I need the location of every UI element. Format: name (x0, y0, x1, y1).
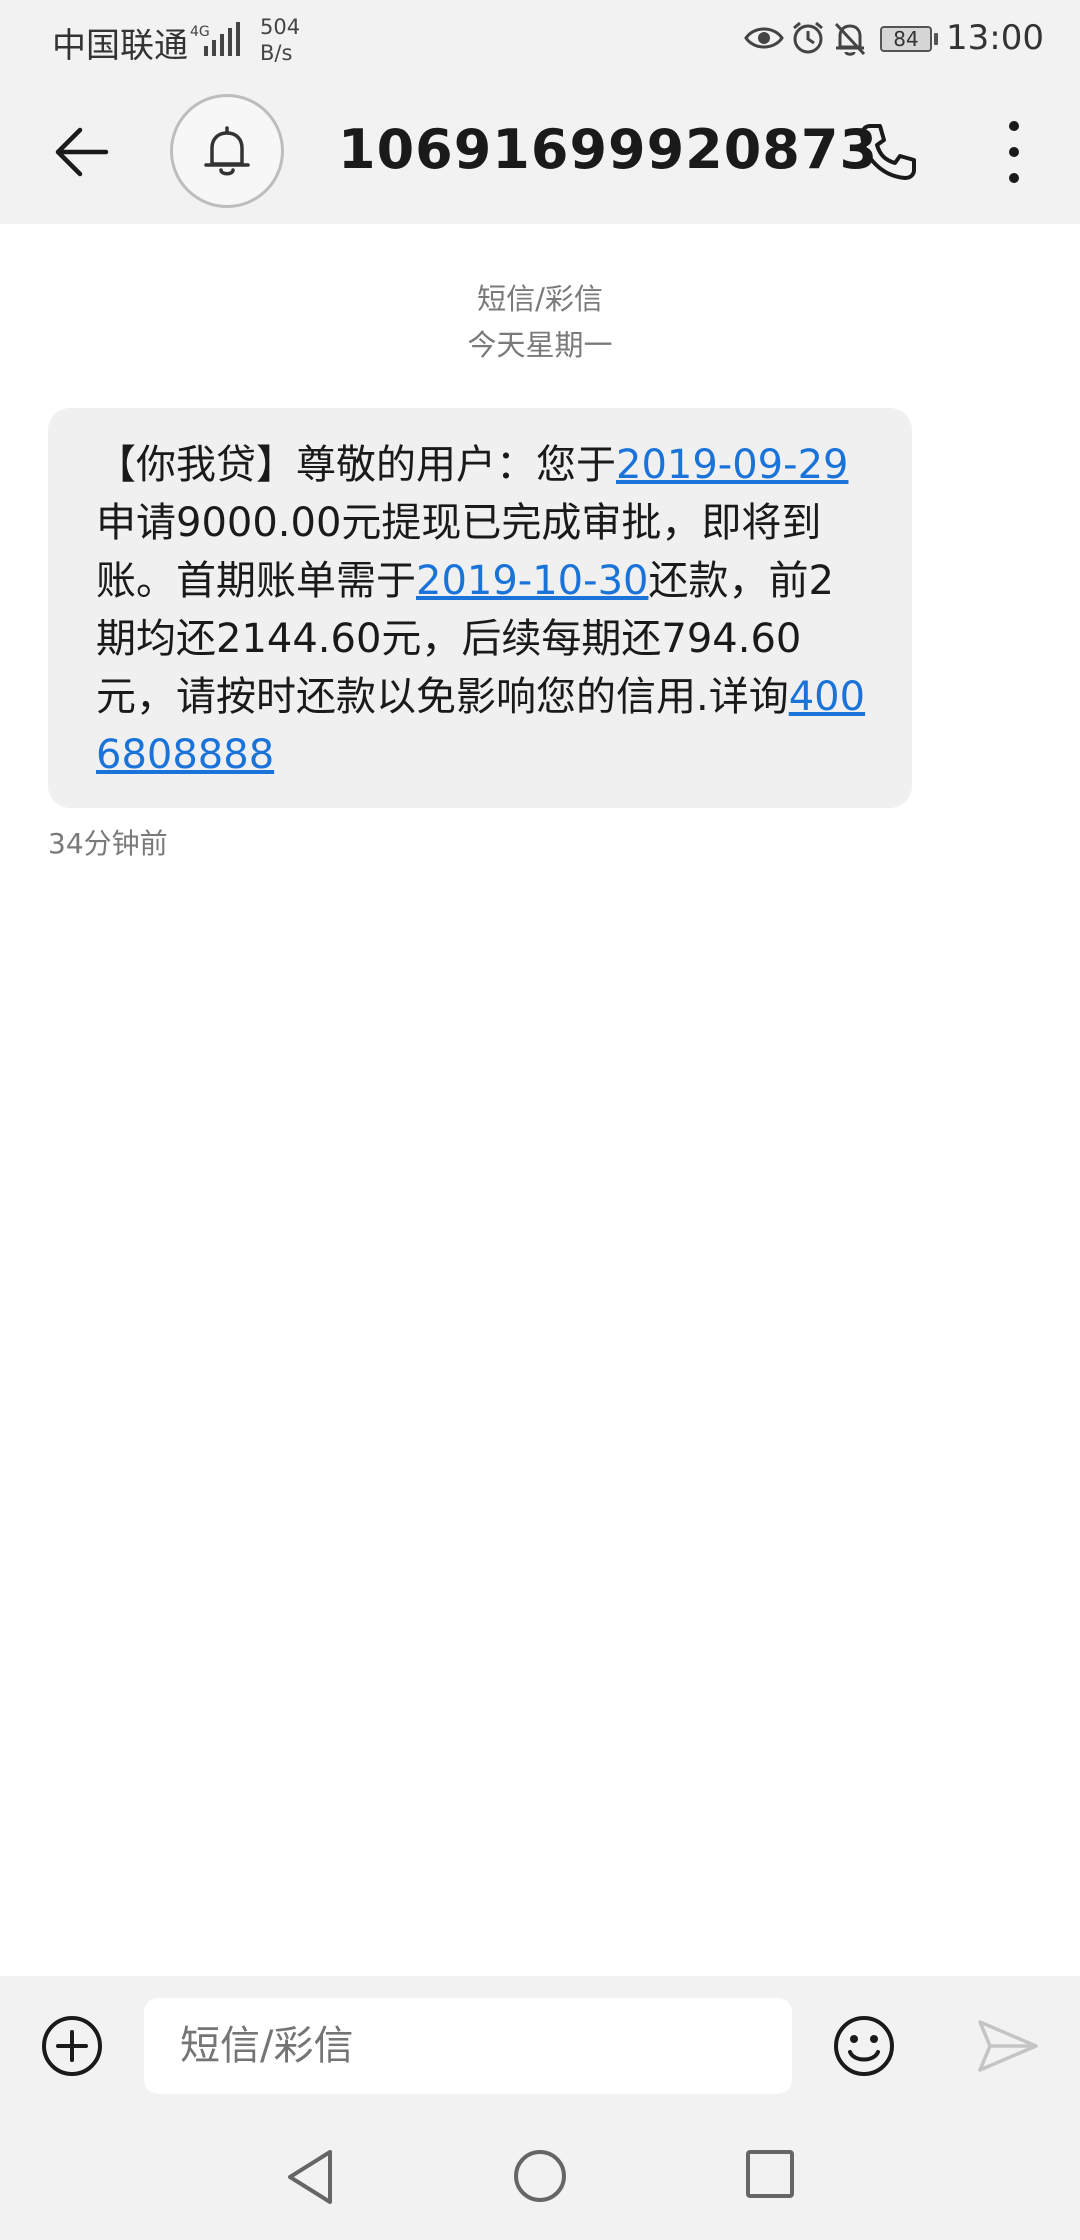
net-speed: 504 B/s (260, 14, 300, 66)
send-button[interactable] (976, 2018, 1040, 2074)
back-button[interactable] (52, 122, 112, 182)
nav-home-button[interactable] (512, 2148, 568, 2204)
message-type-label: 短信/彩信 (477, 282, 603, 316)
eye-icon (744, 22, 784, 58)
conversation-header: 10691699920873 (0, 80, 1080, 224)
system-nav-bar (0, 2116, 1080, 2240)
send-icon (978, 2020, 1038, 2072)
call-button[interactable] (856, 120, 920, 184)
add-circle-icon (42, 2016, 102, 2076)
date-link[interactable]: 2019-09-29 (616, 442, 848, 488)
composer-bar (0, 1976, 1080, 2116)
nav-recent-button[interactable] (744, 2148, 796, 2200)
network-type-label: 4G (190, 24, 210, 40)
nav-recent-icon (746, 2150, 794, 2198)
screen: 中国联通 4G 504 B/s 84 13:00 10691699920873 … (0, 0, 1080, 2240)
phone-icon (860, 124, 916, 180)
net-speed-value: 504 (260, 15, 301, 39)
bell-icon (204, 126, 250, 176)
emoji-button[interactable] (832, 2014, 896, 2078)
mute-bell-icon (832, 20, 868, 62)
nav-back-icon (288, 2150, 332, 2204)
add-attachment-button[interactable] (40, 2014, 104, 2078)
message-text: 【你我贷】尊敬的用户：您于2019-09-29申请9000.00元提现已完成审批… (96, 436, 868, 784)
carrier-name: 中国联通 (52, 26, 188, 66)
battery-tip (934, 33, 938, 45)
status-clock: 13:00 (946, 18, 1044, 58)
message-date-label: 今天星期一 (467, 328, 613, 362)
message-segment: 【你我贷】尊敬的用户：您于 (96, 442, 616, 488)
alarm-icon (790, 20, 826, 60)
contact-avatar[interactable] (170, 94, 284, 208)
more-vertical-icon (1009, 121, 1019, 183)
more-options-button[interactable] (998, 118, 1030, 186)
nav-back-button[interactable] (284, 2148, 336, 2206)
signal-icon: 4G (190, 20, 250, 64)
back-arrow-icon (55, 127, 109, 177)
contact-number[interactable]: 10691699920873 (338, 118, 878, 181)
battery-icon: 84 (880, 26, 932, 52)
date-link[interactable]: 2019-10-30 (416, 558, 648, 604)
nav-home-icon (514, 2150, 566, 2202)
message-bubble[interactable]: 【你我贷】尊敬的用户：您于2019-09-29申请9000.00元提现已完成审批… (48, 408, 912, 808)
emoji-icon (834, 2016, 894, 2076)
status-bar: 中国联通 4G 504 B/s 84 13:00 (0, 0, 1080, 80)
net-speed-unit: B/s (260, 41, 293, 65)
message-time: 34分钟前 (48, 827, 168, 860)
message-input[interactable] (144, 1998, 792, 2094)
